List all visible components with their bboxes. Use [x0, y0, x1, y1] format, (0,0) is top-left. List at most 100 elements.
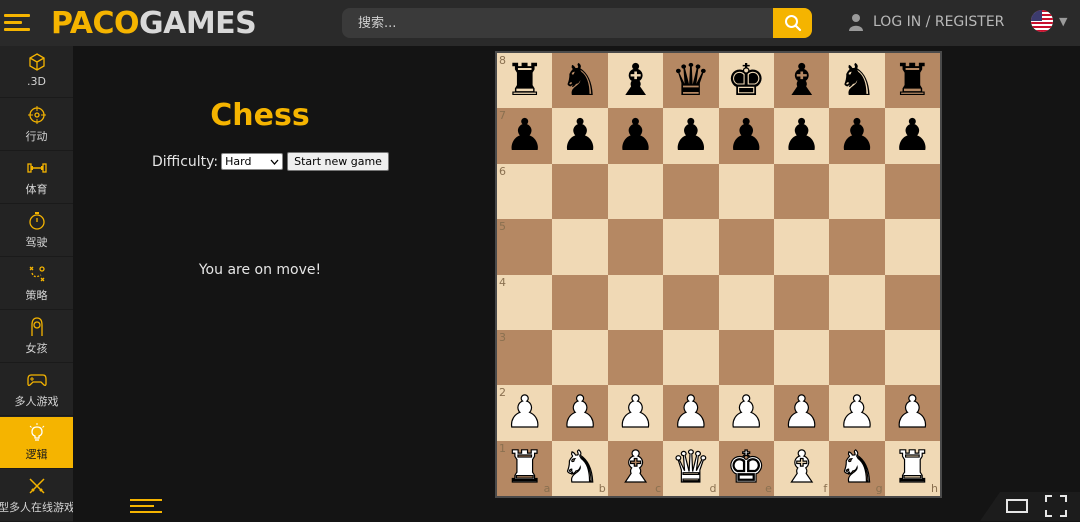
white-pawn-icon[interactable]: ♟ — [560, 390, 601, 435]
white-pawn-icon[interactable]: ♟ — [892, 390, 933, 435]
square-a4[interactable]: 4 — [497, 274, 553, 330]
white-knight-icon[interactable]: ♞ — [560, 445, 601, 490]
square-c1[interactable]: c ♝ — [607, 440, 664, 496]
square-d8[interactable]: ♛ — [663, 53, 719, 109]
square-e6[interactable] — [718, 163, 774, 220]
sidebar-item-driving[interactable]: 驾驶 — [0, 205, 73, 257]
square-g5[interactable] — [829, 219, 885, 275]
black-knight-icon[interactable]: ♞ — [837, 58, 876, 103]
sidebar-item-logic[interactable]: 逻辑 — [0, 417, 73, 469]
black-queen-icon[interactable]: ♛ — [671, 58, 710, 103]
sidebar-item-mmo[interactable]: 型多人在线游戏 — [0, 470, 75, 522]
black-pawn-icon[interactable]: ♟ — [726, 114, 765, 158]
square-c5[interactable] — [607, 219, 664, 275]
square-f6[interactable] — [773, 163, 830, 220]
white-knight-icon[interactable]: ♞ — [837, 445, 878, 490]
white-pawn-icon[interactable]: ♟ — [670, 390, 711, 435]
sidebar-item-sports[interactable]: 体育 — [0, 152, 73, 204]
sidebar-item-action[interactable]: 行动 — [0, 99, 73, 151]
square-d5[interactable] — [663, 219, 719, 275]
white-pawn-icon[interactable]: ♟ — [726, 390, 767, 435]
square-f7[interactable]: ♟ — [773, 108, 830, 164]
square-g6[interactable] — [829, 163, 885, 220]
sidebar-item-strategy[interactable]: 策略 — [0, 258, 73, 310]
square-f1[interactable]: f ♝ — [773, 440, 830, 496]
sidebar-item-3d[interactable]: .3D — [0, 46, 73, 98]
black-pawn-icon[interactable]: ♟ — [671, 114, 710, 158]
square-h4[interactable] — [884, 274, 940, 330]
square-a7[interactable]: 7 ♟ — [497, 108, 553, 164]
white-pawn-icon[interactable]: ♟ — [781, 390, 822, 435]
site-logo[interactable]: PACO GAMES — [51, 6, 257, 41]
square-e2[interactable]: ♟ — [718, 385, 774, 441]
white-pawn-icon[interactable]: ♟ — [837, 390, 878, 435]
square-f3[interactable] — [773, 329, 830, 386]
square-c8[interactable]: ♝ — [607, 53, 664, 109]
square-g2[interactable]: ♟ — [829, 385, 885, 441]
square-b6[interactable] — [552, 163, 608, 220]
square-c3[interactable] — [607, 329, 664, 386]
menu-icon[interactable] — [4, 14, 30, 32]
square-h1[interactable]: h ♜ — [884, 440, 940, 496]
square-g4[interactable] — [829, 274, 885, 330]
difficulty-select[interactable]: Hard — [221, 153, 284, 170]
white-rook-icon[interactable]: ♜ — [892, 445, 933, 490]
black-pawn-icon[interactable]: ♟ — [560, 114, 599, 158]
theater-mode-icon[interactable] — [1006, 499, 1028, 513]
square-a5[interactable]: 5 — [497, 219, 553, 275]
square-f5[interactable] — [773, 219, 830, 275]
square-a3[interactable]: 3 — [497, 329, 553, 386]
square-h2[interactable]: ♟ — [884, 385, 940, 441]
square-d2[interactable]: ♟ — [663, 385, 719, 441]
square-h5[interactable] — [884, 219, 940, 275]
square-e5[interactable] — [718, 219, 774, 275]
square-d4[interactable] — [663, 274, 719, 330]
square-e1[interactable]: e ♚ — [718, 440, 774, 496]
square-g7[interactable]: ♟ — [829, 108, 885, 164]
black-pawn-icon[interactable]: ♟ — [782, 114, 821, 158]
sidebar-item-girls[interactable]: 女孩 — [0, 311, 73, 363]
square-h6[interactable] — [884, 163, 940, 220]
black-pawn-icon[interactable]: ♟ — [616, 114, 655, 158]
black-pawn-icon[interactable]: ♟ — [505, 114, 544, 158]
white-queen-icon[interactable]: ♛ — [670, 445, 711, 490]
square-g1[interactable]: g ♞ — [829, 440, 885, 496]
start-new-game-button[interactable]: Start new game — [287, 152, 389, 171]
square-c7[interactable]: ♟ — [607, 108, 664, 164]
square-c6[interactable] — [607, 163, 664, 220]
login-link[interactable]: LOG IN / REGISTER — [848, 12, 1004, 32]
black-rook-icon[interactable]: ♜ — [893, 58, 932, 103]
black-bishop-icon[interactable]: ♝ — [616, 58, 655, 103]
white-king-icon[interactable]: ♚ — [726, 445, 767, 490]
search-input[interactable] — [342, 8, 773, 38]
fullscreen-icon[interactable] — [1045, 495, 1067, 517]
white-bishop-icon[interactable]: ♝ — [615, 445, 656, 490]
square-a1[interactable]: 1 a ♜ — [497, 440, 553, 496]
square-f8[interactable]: ♝ — [773, 53, 830, 109]
square-d3[interactable] — [663, 329, 719, 386]
square-g3[interactable] — [829, 329, 885, 386]
square-a6[interactable]: 6 — [497, 163, 553, 220]
black-bishop-icon[interactable]: ♝ — [782, 58, 821, 103]
search-button[interactable] — [773, 8, 812, 38]
square-e7[interactable]: ♟ — [718, 108, 774, 164]
square-a2[interactable]: 2 ♟ — [497, 385, 553, 441]
square-e3[interactable] — [718, 329, 774, 386]
square-e8[interactable]: ♚ — [718, 53, 774, 109]
black-king-icon[interactable]: ♚ — [726, 58, 765, 103]
square-c4[interactable] — [607, 274, 664, 330]
language-selector[interactable]: ▼ — [1031, 10, 1067, 32]
square-b5[interactable] — [552, 219, 608, 275]
square-b1[interactable]: b ♞ — [552, 440, 608, 496]
square-a8[interactable]: 8 ♜ — [497, 53, 553, 109]
square-b4[interactable] — [552, 274, 608, 330]
square-b8[interactable]: ♞ — [552, 53, 608, 109]
square-d6[interactable] — [663, 163, 719, 220]
square-d7[interactable]: ♟ — [663, 108, 719, 164]
black-rook-icon[interactable]: ♜ — [505, 58, 544, 103]
sidebar-item-multiplayer[interactable]: 多人游戏 — [0, 364, 73, 416]
game-menu-icon[interactable] — [130, 499, 162, 515]
square-h7[interactable]: ♟ — [884, 108, 940, 164]
black-knight-icon[interactable]: ♞ — [560, 58, 599, 103]
square-d1[interactable]: d ♛ — [663, 440, 719, 496]
